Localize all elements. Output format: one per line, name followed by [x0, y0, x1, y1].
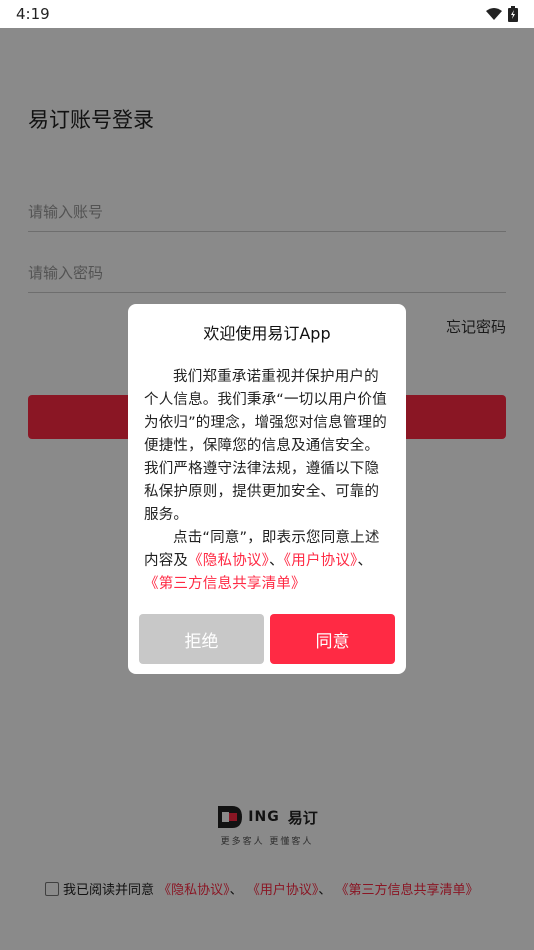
dialog-paragraph: 点击“同意”，即表示您同意上述内容及《隐私协议》、《用户协议》、《第三方信息共享…: [144, 527, 392, 596]
dialog-title: 欢迎使用易订App: [203, 324, 331, 343]
privacy-dialog: 欢迎使用易订App 我们郑重承诺重视并保护用户的个人信息。我们秉承“一切以用户价…: [128, 304, 406, 674]
status-icons: [486, 6, 518, 22]
reject-button[interactable]: 拒绝: [139, 614, 264, 664]
dialog-paragraph: 我们郑重承诺重视并保护用户的个人信息。我们秉承“一切以用户价值为依归”的理念，增…: [144, 369, 387, 523]
dialog-sep: 、: [357, 553, 373, 569]
dialog-buttons: 拒绝 同意: [139, 614, 395, 664]
dialog-sep: 、: [269, 553, 284, 569]
dialog-body: 我们郑重承诺重视并保护用户的个人信息。我们秉承“一切以用户价值为依归”的理念，增…: [144, 366, 392, 596]
battery-icon: [508, 6, 518, 22]
dialog-third-party-link[interactable]: 《第三方信息共享清单》: [144, 576, 306, 592]
status-bar: 4:19: [0, 0, 534, 28]
dialog-user-agreement-link[interactable]: 《用户协议》: [284, 553, 358, 569]
wifi-icon: [486, 8, 502, 20]
status-time: 4:19: [16, 5, 50, 23]
dialog-privacy-link[interactable]: 《隐私协议》: [188, 553, 269, 569]
agree-button[interactable]: 同意: [270, 614, 395, 664]
